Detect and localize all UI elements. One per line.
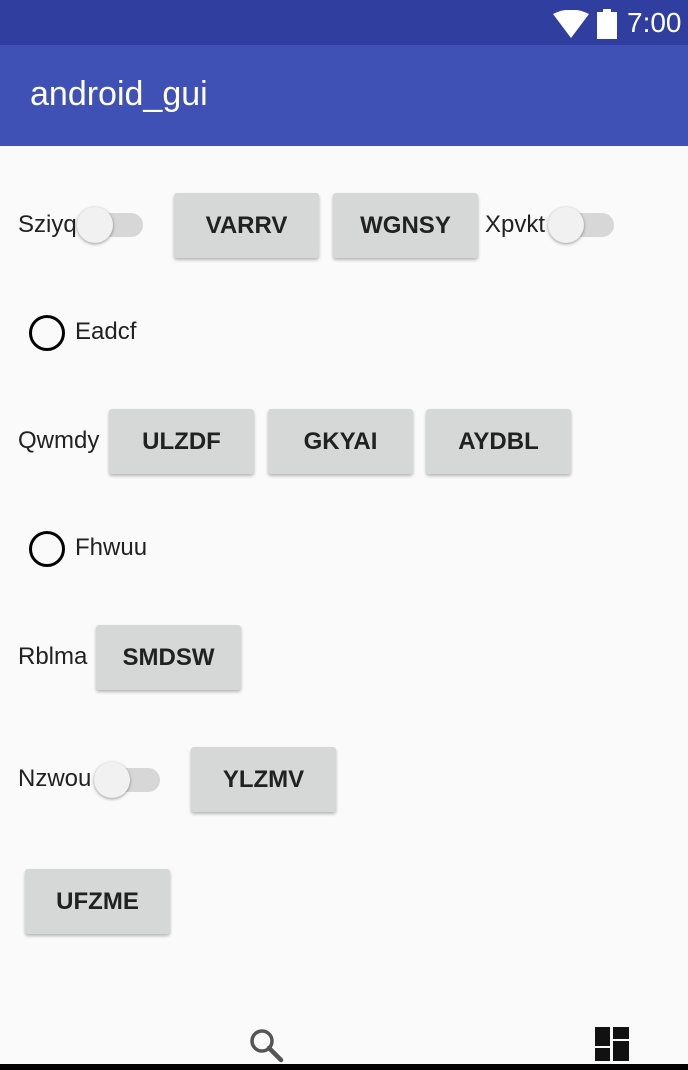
sziyq-switch-label: Sziyq — [18, 211, 77, 238]
xpvkt-switch[interactable] — [548, 205, 614, 245]
nzwou-switch[interactable] — [94, 760, 160, 800]
battery-icon — [597, 9, 617, 39]
wifi-icon — [553, 10, 589, 38]
ufzme-button[interactable]: UFZME — [25, 869, 170, 934]
switch-thumb — [77, 207, 113, 243]
switch-thumb — [94, 762, 130, 798]
smdsw-button[interactable]: SMDSW — [96, 625, 241, 690]
eadcf-radio[interactable] — [29, 315, 65, 351]
switch-thumb — [548, 207, 584, 243]
bottom-divider — [0, 1064, 688, 1070]
eadcf-radio-label: Eadcf — [75, 318, 137, 345]
xpvkt-switch-label: Xpvkt — [485, 211, 546, 238]
fhwuu-radio[interactable] — [29, 531, 65, 567]
nzwou-switch-label: Nzwou — [18, 765, 92, 792]
app-title: android_gui — [30, 75, 208, 113]
status-bar: 7:00 — [0, 0, 688, 45]
gkyai-button[interactable]: GKYAI — [268, 409, 413, 474]
aydbl-button[interactable]: AYDBL — [426, 409, 571, 474]
rblma-label: Rblma — [18, 643, 88, 670]
clock: 7:00 — [627, 7, 682, 38]
search-icon[interactable] — [248, 1027, 284, 1063]
varrv-button[interactable]: VARRV — [174, 193, 319, 258]
sziyq-switch[interactable] — [77, 205, 143, 245]
navigation-bar — [0, 1005, 688, 1070]
qwmdy-label: Qwmdy — [18, 427, 100, 454]
app-bar: android_gui — [0, 45, 688, 146]
ulzdf-button[interactable]: ULZDF — [109, 409, 254, 474]
wgnsy-button[interactable]: WGNSY — [333, 193, 478, 258]
dashboard-icon[interactable] — [595, 1027, 629, 1061]
fhwuu-radio-label: Fhwuu — [75, 534, 148, 561]
ylzmv-button[interactable]: YLZMV — [191, 747, 336, 812]
